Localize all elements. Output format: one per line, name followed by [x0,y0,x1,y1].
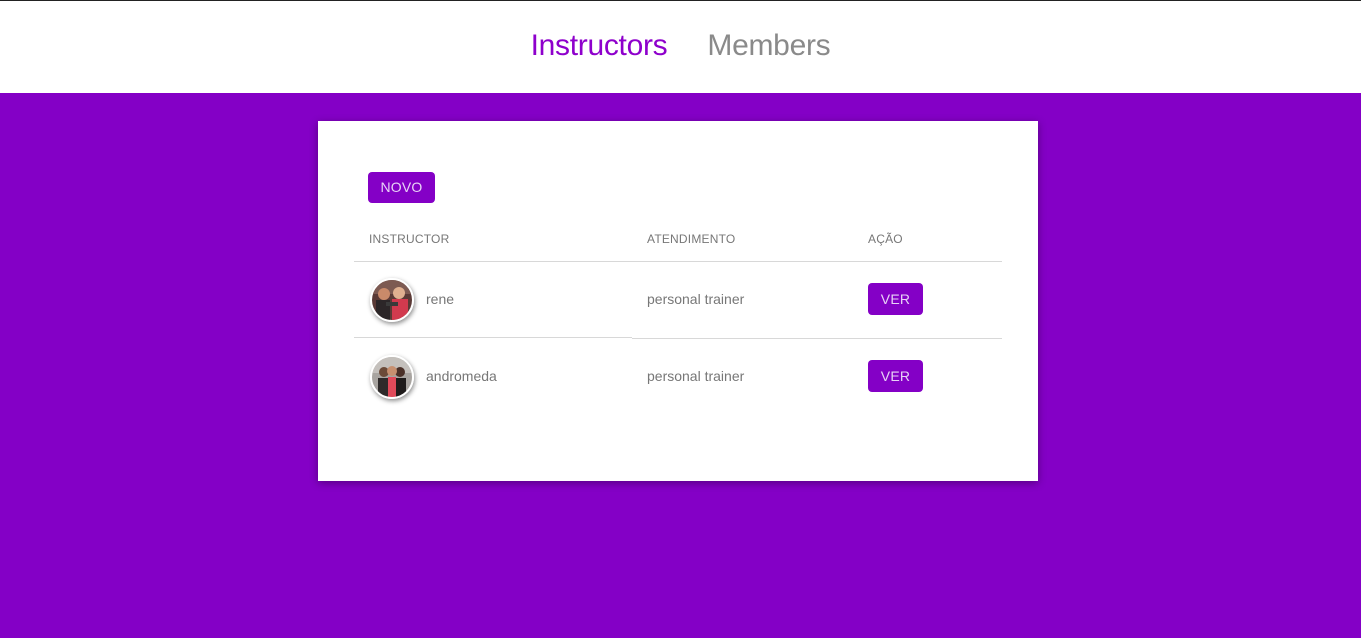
instructor-services: personal trainer [647,368,745,384]
main-nav: Instructors Members [0,29,1361,63]
column-header-atendimento: ATENDIMENTO [647,232,736,246]
avatar [370,278,414,322]
nav-link-members[interactable]: Members [707,29,830,63]
avatar [370,355,414,399]
nav-link-instructors[interactable]: Instructors [531,29,668,63]
view-instructor-button[interactable]: VER [868,283,923,315]
view-instructor-button[interactable]: VER [868,360,923,392]
top-header: Instructors Members [0,0,1361,93]
instructor-name: rene [426,291,455,307]
new-instructor-button[interactable]: NOVO [368,172,435,203]
instructor-name: andromeda [426,368,497,384]
column-header-instructor: INSTRUCTOR [369,232,450,246]
instructors-card: NOVO INSTRUCTOR ATENDIMENTO AÇÃO rene pe… [318,121,1038,481]
header-divider [354,261,1002,262]
row-divider [354,337,632,338]
column-header-acao: AÇÃO [868,232,903,246]
instructor-services: personal trainer [647,291,745,307]
row-divider [632,338,1002,339]
